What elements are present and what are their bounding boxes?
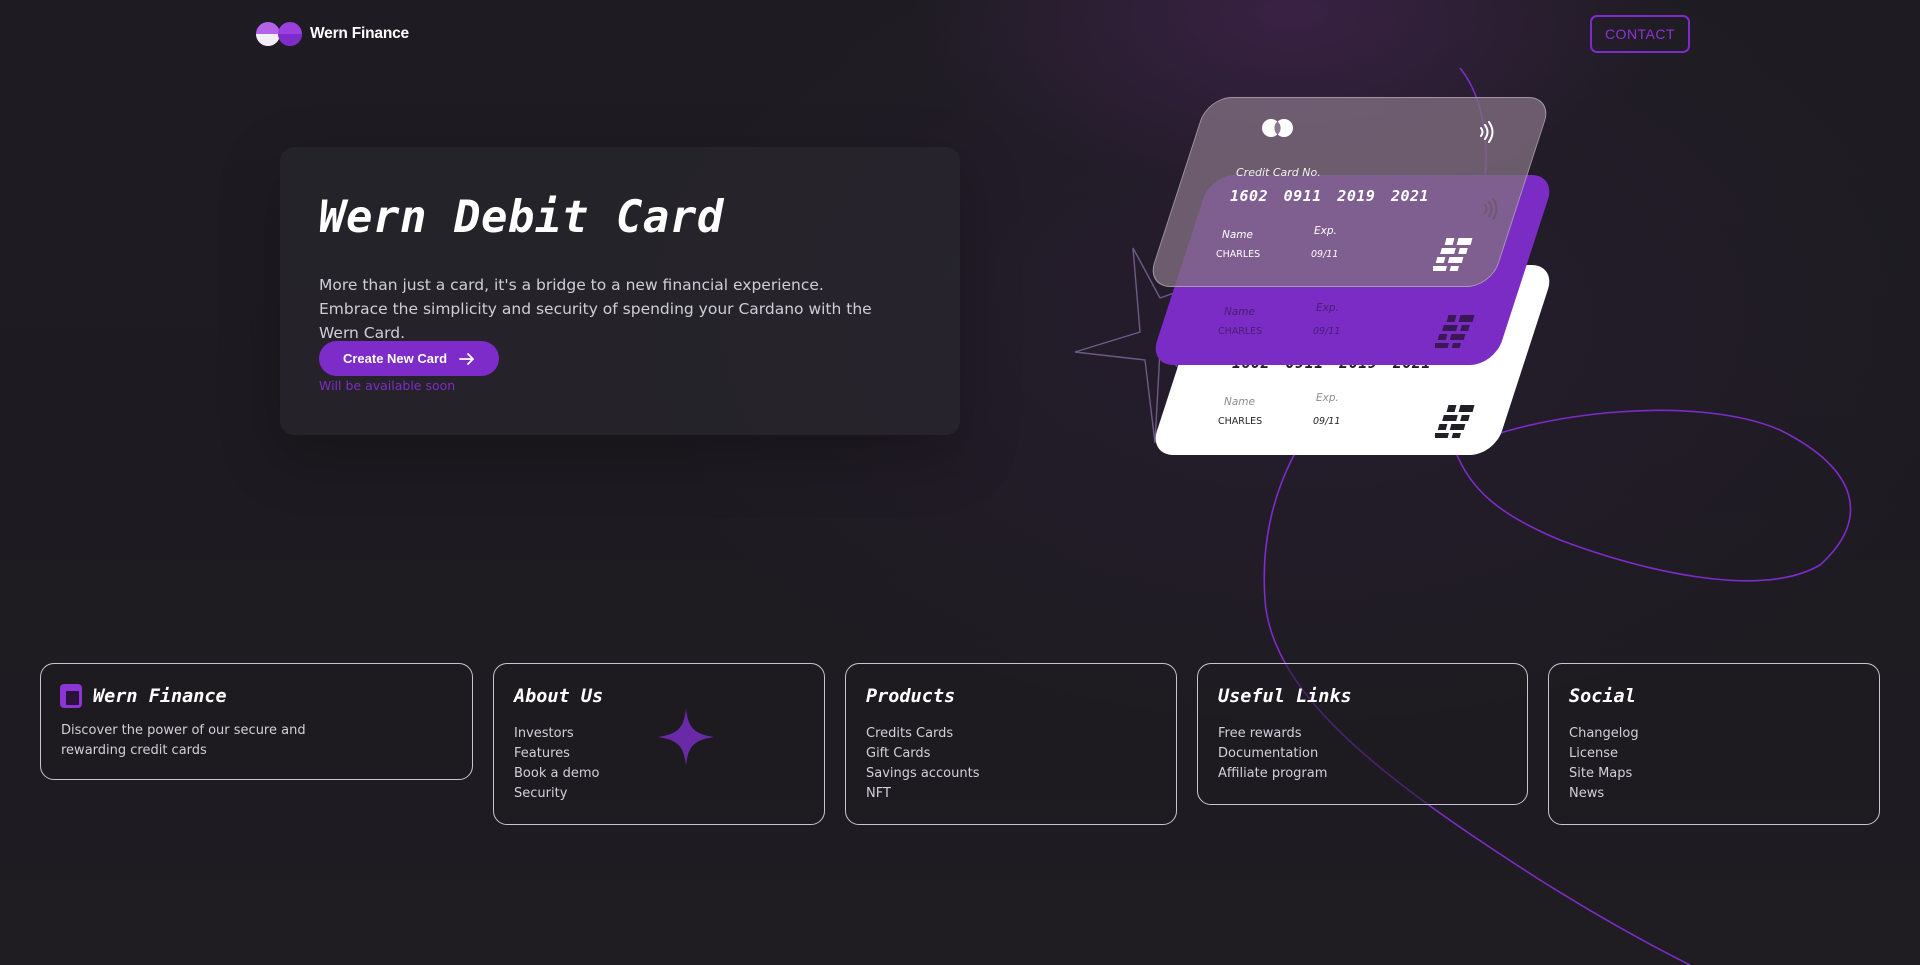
footer-social-list: Changelog License Site Maps News (1569, 724, 1639, 804)
four-point-star-icon (658, 708, 714, 766)
create-new-card-button[interactable]: Create New Card (319, 341, 499, 376)
contact-button[interactable]: CONTACT (1590, 15, 1690, 53)
card-exp-label: Exp. (1316, 392, 1339, 404)
footer-link-nft[interactable]: NFT (866, 784, 979, 804)
card-chip-icon (1433, 238, 1473, 271)
footer-link-savings-accounts[interactable]: Savings accounts (866, 764, 979, 784)
footer-useful-links-list: Free rewards Documentation Affiliate pro… (1218, 724, 1327, 784)
card-exp-label: Exp. (1316, 302, 1339, 314)
footer-products-title: Products (866, 686, 956, 707)
hero-panel: Wern Debit Card More than just a card, i… (280, 147, 960, 435)
footer-link-documentation[interactable]: Documentation (1218, 744, 1327, 764)
footer-link-changelog[interactable]: Changelog (1569, 724, 1639, 744)
footer-products-list: Credits Cards Gift Cards Savings account… (866, 724, 979, 804)
debit-card-frosted: Credit Card No. 1602 0911 2019 2021 Name… (1146, 97, 1553, 287)
logo-mark-icon (256, 22, 302, 46)
footer-brand-box: Wern Finance Discover the power of our s… (40, 663, 473, 780)
card-chip-icon (1435, 405, 1475, 438)
footer-about-list: Investors Features Book a demo Security (514, 724, 599, 804)
card-number-label: Credit Card No. (1236, 166, 1321, 179)
footer-link-license[interactable]: License (1569, 744, 1639, 764)
card-exp-label: Exp. (1314, 225, 1337, 237)
footer-brand-title: Wern Finance (93, 686, 227, 707)
card-name-label: Name (1222, 229, 1253, 241)
card-holder-name: CHARLES (1216, 249, 1261, 260)
footer-link-news[interactable]: News (1569, 784, 1639, 804)
footer-link-features[interactable]: Features (514, 744, 599, 764)
brand-name: Wern Finance (310, 25, 409, 42)
footer-link-gift-cards[interactable]: Gift Cards (866, 744, 979, 764)
availability-note: Will be available soon (319, 378, 456, 393)
footer-social-title: Social (1569, 686, 1636, 707)
brand-square-icon (60, 684, 82, 708)
card-holder-name: CHARLES (1218, 326, 1263, 337)
card-chip-icon (1435, 315, 1475, 348)
footer-link-security[interactable]: Security (514, 784, 599, 804)
footer-link-investors[interactable]: Investors (514, 724, 599, 744)
arrow-right-icon (459, 352, 474, 365)
card-number: 1602 0911 2019 2021 (1230, 187, 1430, 205)
card-exp-date: 09/11 (1313, 416, 1341, 427)
footer-link-book-demo[interactable]: Book a demo (514, 764, 599, 784)
card-exp-date: 09/11 (1313, 326, 1341, 337)
footer-about-box: About Us Investors Features Book a demo … (493, 663, 825, 825)
footer-brand-description: Discover the power of our secure and rew… (61, 723, 306, 758)
footer-link-affiliate-program[interactable]: Affiliate program (1218, 764, 1327, 784)
contactless-icon (1480, 121, 1494, 143)
footer-social-box: Social Changelog License Site Maps News (1548, 663, 1880, 825)
footer-about-title: About Us (514, 686, 604, 707)
footer-link-site-maps[interactable]: Site Maps (1569, 764, 1639, 784)
curve-loop-decoration (1454, 409, 1852, 582)
card-name-label: Name (1224, 396, 1255, 408)
top-navbar: Wern Finance CONTACT (0, 0, 1920, 70)
footer-link-credits-cards[interactable]: Credits Cards (866, 724, 979, 744)
card-holder-name: CHARLES (1218, 416, 1263, 427)
card-name-label: Name (1224, 306, 1255, 318)
footer-link-free-rewards[interactable]: Free rewards (1218, 724, 1327, 744)
card-exp-date: 09/11 (1311, 249, 1339, 260)
footer-products-box: Products Credits Cards Gift Cards Saving… (845, 663, 1177, 825)
footer-useful-links-box: Useful Links Free rewards Documentation … (1197, 663, 1528, 805)
hero-description: More than just a card, it's a bridge to … (319, 276, 872, 342)
hero-title: Wern Debit Card (319, 192, 724, 243)
card-network-icon (1262, 119, 1293, 137)
footer-useful-links-title: Useful Links (1218, 686, 1352, 707)
create-new-card-label: Create New Card (342, 351, 448, 366)
brand-logo[interactable]: Wern Finance (254, 20, 409, 48)
